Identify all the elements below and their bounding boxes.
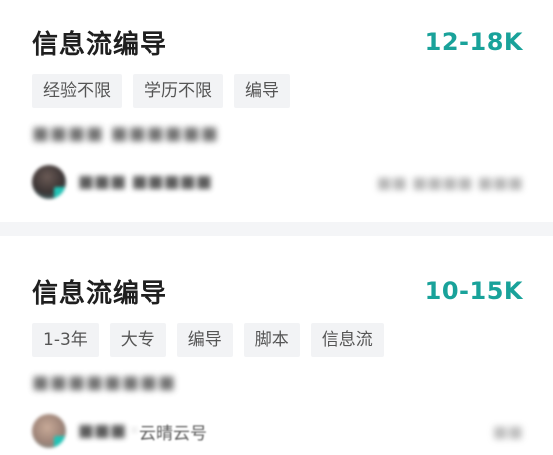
tag-experience: 经验不限 [32, 74, 122, 108]
job-title: 信息流编导 [32, 278, 168, 309]
online-status-icon [54, 187, 66, 199]
company-info: ■■■■ ■■■■■■ [32, 123, 523, 147]
tag-education: 学历不限 [133, 74, 223, 108]
location-blurred: ■■ ■■■■ ■■■ [376, 172, 523, 192]
online-status-icon [54, 436, 66, 448]
tag-role: 编导 [176, 323, 233, 357]
job-card[interactable]: 信息流编导 12-18K 经验不限 学历不限 编导 ■■■■ ■■■■■■ ■■… [0, 0, 553, 222]
salary: 12-18K [424, 28, 523, 56]
job-title: 信息流编导 [32, 29, 168, 60]
job-tags: 1-3年 大专 编导 脚本 信息流 [32, 323, 523, 357]
recruiter-info: ■■■ ■■■■■ ■■ ■■■■ ■■■ [32, 162, 523, 202]
salary: 10-15K [424, 277, 523, 305]
recruiter-role: 云晴云号 [139, 423, 207, 444]
company-info: ■■■■■■■■ [32, 372, 523, 396]
job-card-header: 信息流编导 12-18K [32, 22, 523, 62]
location-blurred: ■■ [492, 421, 523, 441]
job-tags: 经验不限 学历不限 编导 [32, 74, 523, 108]
recruiter-info: ■■■ · 云晴云号 ■■ [32, 411, 523, 451]
company-name-blurred: ■■■■ ■■■■■■ [32, 123, 219, 144]
job-card[interactable]: 信息流编导 10-15K 1-3年 大专 编导 脚本 信息流 ■■■■■■■■ … [0, 236, 553, 455]
recruiter-avatar [32, 165, 66, 199]
recruiter-name-blurred: ■■■ · [78, 421, 137, 441]
tag-education: 大专 [109, 323, 166, 357]
recruiter-avatar [32, 414, 66, 448]
tag-script: 脚本 [243, 323, 300, 357]
job-card-header: 信息流编导 10-15K [32, 271, 523, 311]
tag-feed: 信息流 [310, 323, 384, 357]
company-name-blurred: ■■■■■■■■ [32, 372, 177, 393]
recruiter-name-blurred: ■■■ ■■■■■ [78, 172, 212, 192]
tag-role: 编导 [234, 74, 290, 108]
tag-experience: 1-3年 [32, 323, 99, 357]
card-separator [0, 222, 553, 236]
